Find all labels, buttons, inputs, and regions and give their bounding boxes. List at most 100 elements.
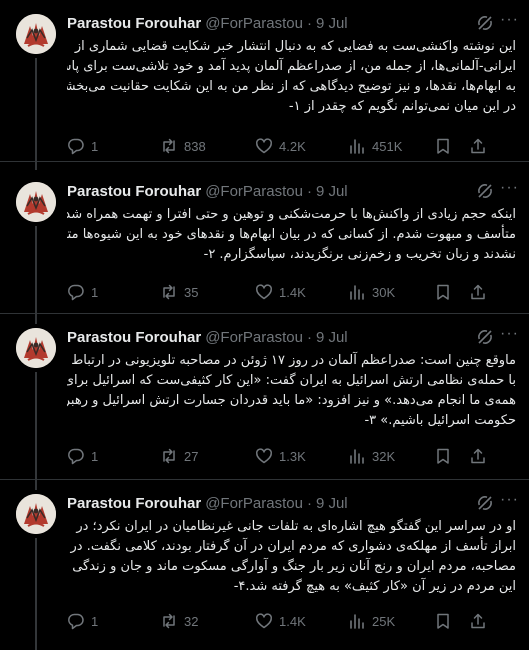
author-name[interactable]: Parastou Forouhar bbox=[67, 329, 201, 346]
reply-icon bbox=[68, 138, 84, 155]
tweet-text-line: او در سراسر این گفتگو هیچ اشاره‌ای به تل… bbox=[76, 519, 516, 534]
thread-line bbox=[35, 162, 37, 170]
views-button[interactable]: 451K bbox=[348, 136, 402, 156]
repost-count: 32 bbox=[184, 613, 199, 629]
action-bar: 1 35 1.4K 30K bbox=[67, 282, 516, 302]
tweet-text-line: به ابهام‌ها، نقدها، و نیز توضیح دیدگاهی … bbox=[67, 79, 516, 94]
avatar[interactable] bbox=[16, 14, 56, 54]
like-count: 1.4K bbox=[279, 284, 306, 300]
tweet-header: Parastou Forouhar @ForParastou · 9 Jul bbox=[67, 13, 348, 33]
avatar[interactable] bbox=[16, 328, 56, 368]
author-name[interactable]: Parastou Forouhar bbox=[67, 15, 201, 32]
tweet-text: این نوشته واکنشی‌ست به فضایی که به دنبال… bbox=[67, 37, 516, 117]
separator: · bbox=[306, 494, 312, 512]
repost-button[interactable]: 32 bbox=[160, 611, 198, 631]
repost-button[interactable]: 27 bbox=[160, 446, 198, 466]
author-handle[interactable]: @ForParastou bbox=[205, 15, 303, 32]
repost-icon bbox=[163, 284, 175, 300]
share-button[interactable] bbox=[469, 446, 487, 466]
share-icon bbox=[471, 448, 485, 464]
like-button[interactable]: 1.4K bbox=[255, 611, 306, 631]
tweet[interactable]: Parastou Forouhar @ForParastou · 9 Jul ·… bbox=[0, 314, 529, 480]
repost-icon bbox=[163, 448, 175, 464]
share-icon bbox=[471, 284, 485, 300]
repost-count: 838 bbox=[184, 138, 206, 154]
more-icon[interactable]: ··· bbox=[500, 12, 520, 31]
views-icon bbox=[350, 614, 364, 629]
reply-button[interactable]: 1 bbox=[67, 611, 98, 631]
more-icon[interactable]: ··· bbox=[500, 180, 520, 199]
grok-icon[interactable] bbox=[476, 14, 494, 32]
grok-icon[interactable] bbox=[476, 182, 494, 200]
grok-icon[interactable] bbox=[476, 494, 494, 512]
author-name[interactable]: Parastou Forouhar bbox=[67, 183, 201, 200]
reply-button[interactable]: 1 bbox=[67, 282, 98, 302]
action-bar: 1 838 4.2K 451K bbox=[67, 136, 516, 156]
share-button[interactable] bbox=[469, 282, 487, 302]
author-handle[interactable]: @ForParastou bbox=[205, 183, 303, 200]
tweet-header: Parastou Forouhar @ForParastou · 9 Jul bbox=[67, 327, 348, 347]
thread-line bbox=[35, 480, 37, 490]
share-button[interactable] bbox=[469, 136, 487, 156]
like-count: 4.2K bbox=[279, 138, 306, 154]
share-icon bbox=[471, 138, 485, 154]
timestamp[interactable]: 9 Jul bbox=[316, 15, 348, 32]
views-button[interactable]: 25K bbox=[348, 611, 395, 631]
bookmark-button[interactable] bbox=[434, 611, 452, 631]
repost-count: 35 bbox=[184, 284, 199, 300]
like-button[interactable]: 1.3K bbox=[255, 446, 306, 466]
reply-button[interactable]: 1 bbox=[67, 136, 98, 156]
separator: · bbox=[306, 182, 312, 200]
timestamp[interactable]: 9 Jul bbox=[316, 329, 348, 346]
repost-button[interactable]: 838 bbox=[160, 136, 206, 156]
tweet-text: ماوقع چنین است: صدراعظم آلمان در روز ۱۷ … bbox=[67, 351, 516, 431]
thread-line bbox=[35, 314, 37, 324]
tweet-text: اینکه حجم زیادی از واکنش‌ها با حرمت‌شکنی… bbox=[67, 205, 516, 265]
bookmark-icon bbox=[437, 448, 449, 464]
repost-button[interactable]: 35 bbox=[160, 282, 198, 302]
views-count: 30K bbox=[372, 284, 396, 300]
bookmark-button[interactable] bbox=[434, 282, 452, 302]
reply-button[interactable]: 1 bbox=[67, 446, 98, 466]
avatar-illustration-icon bbox=[16, 14, 56, 54]
like-button[interactable]: 4.2K bbox=[255, 136, 306, 156]
tweet-header: Parastou Forouhar @ForParastou · 9 Jul bbox=[67, 181, 348, 201]
avatar[interactable] bbox=[16, 182, 56, 222]
repost-count: 27 bbox=[184, 448, 199, 464]
tweet-text-line: متأسف و مبهوت شدم. از کسانی که در بیان ا… bbox=[67, 227, 516, 242]
reply-count: 1 bbox=[91, 613, 99, 629]
views-count: 32K bbox=[372, 448, 396, 464]
tweet-text-line: نشدند و زبان تخریب و زخم‌زنی برنگزیدند، … bbox=[203, 247, 516, 262]
bookmark-icon bbox=[437, 284, 449, 300]
views-icon bbox=[350, 139, 364, 154]
author-handle[interactable]: @ForParastou bbox=[205, 329, 303, 346]
timestamp[interactable]: 9 Jul bbox=[316, 495, 348, 512]
timestamp[interactable]: 9 Jul bbox=[316, 183, 348, 200]
reply-icon bbox=[68, 284, 84, 301]
like-button[interactable]: 1.4K bbox=[255, 282, 306, 302]
share-icon bbox=[471, 613, 485, 629]
tweet[interactable]: Parastou Forouhar @ForParastou · 9 Jul ·… bbox=[0, 162, 529, 314]
grok-icon[interactable] bbox=[476, 328, 494, 346]
reply-icon bbox=[68, 448, 84, 465]
tweet-text-line: ماوقع چنین است: صدراعظم آلمان در روز ۱۷ … bbox=[71, 353, 516, 368]
author-handle[interactable]: @ForParastou bbox=[205, 495, 303, 512]
tweet-text-line: با حمله‌ی نظامی ارتش اسرائیل به ایران گف… bbox=[67, 373, 516, 388]
action-bar: 1 27 1.3K 32K bbox=[67, 446, 516, 466]
views-count: 25K bbox=[372, 613, 396, 629]
timeline: Parastou Forouhar @ForParastou · 9 Jul ·… bbox=[0, 0, 529, 650]
bookmark-button[interactable] bbox=[434, 136, 452, 156]
share-button[interactable] bbox=[469, 611, 487, 631]
more-icon[interactable]: ··· bbox=[500, 492, 520, 511]
views-button[interactable]: 32K bbox=[348, 446, 395, 466]
avatar-illustration-icon bbox=[16, 328, 56, 368]
tweet-text-line: این مردم در زیر آن «کار کثیف» به هیچ گرف… bbox=[233, 579, 516, 594]
bookmark-button[interactable] bbox=[434, 446, 452, 466]
like-icon bbox=[256, 284, 272, 300]
avatar[interactable] bbox=[16, 494, 56, 534]
more-icon[interactable]: ··· bbox=[500, 326, 520, 345]
views-button[interactable]: 30K bbox=[348, 282, 395, 302]
author-name[interactable]: Parastou Forouhar bbox=[67, 495, 201, 512]
tweet[interactable]: Parastou Forouhar @ForParastou · 9 Jul ·… bbox=[0, 0, 529, 162]
tweet[interactable]: Parastou Forouhar @ForParastou · 9 Jul ·… bbox=[0, 480, 529, 650]
